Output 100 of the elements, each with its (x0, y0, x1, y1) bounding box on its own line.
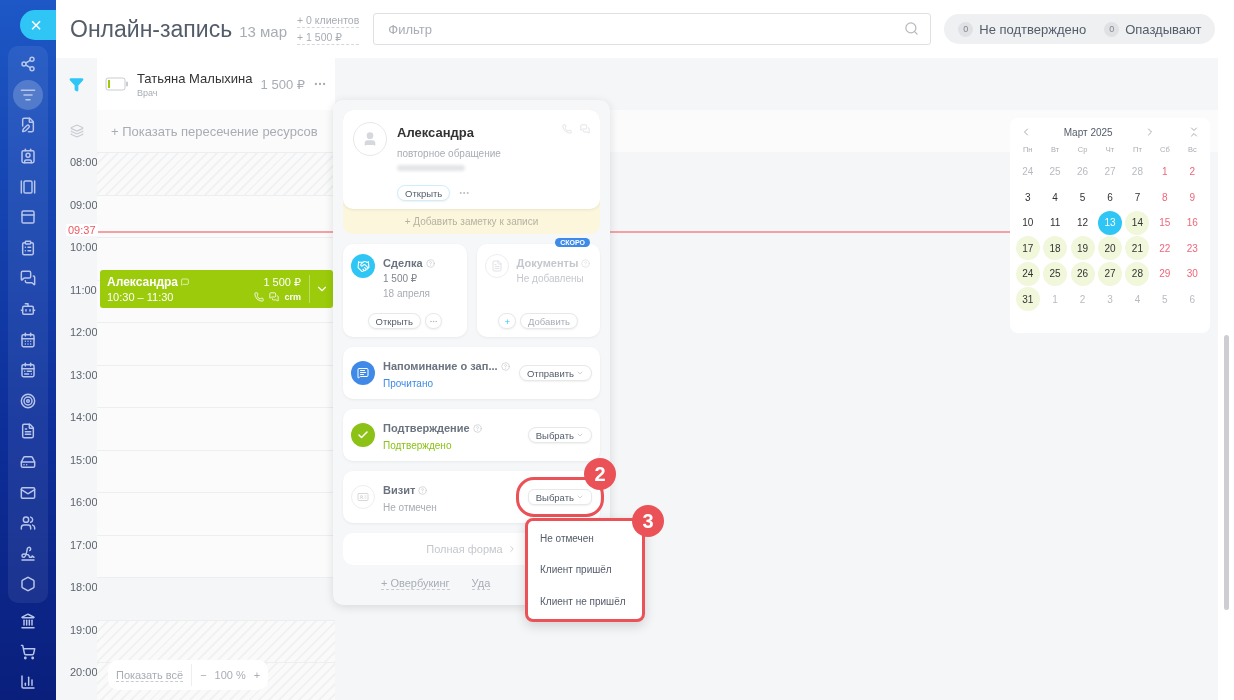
hour-label: 20:00 (70, 666, 97, 679)
help-icon[interactable] (472, 423, 482, 433)
calendar-day[interactable]: 29 (1152, 261, 1177, 286)
open-button[interactable]: Открыть (367, 313, 421, 329)
calendar-day[interactable]: 13 (1098, 210, 1122, 235)
status-value: Прочитано (383, 378, 434, 389)
calendar-day[interactable]: 3 (1098, 287, 1122, 311)
caret-icon[interactable] (576, 493, 584, 501)
caret-icon[interactable] (576, 369, 584, 377)
calendar-day[interactable]: 2 (1070, 287, 1095, 311)
calendar-day[interactable]: 1 (1152, 159, 1177, 184)
calendar-day[interactable]: 21 (1125, 236, 1150, 260)
calendar-day[interactable]: 24 (1015, 261, 1040, 286)
layers-icon[interactable] (69, 124, 84, 138)
calendar-day[interactable]: 17 (1015, 236, 1040, 260)
calendar-day[interactable]: 31 (1015, 287, 1040, 311)
overbooking-link[interactable]: + Овербукинг (381, 577, 450, 590)
menu-item[interactable]: Клиент пришёл (528, 564, 642, 576)
hour-label: 09:00 (70, 198, 97, 212)
scrollbar-thumb[interactable] (1223, 335, 1229, 610)
phone-icon (254, 292, 265, 302)
add-note-link[interactable]: + Добавить заметку к записи (343, 209, 600, 234)
summary-stat: + 1 500 ₽ (297, 30, 360, 45)
calendar-day[interactable]: 4 (1125, 287, 1150, 311)
resource-role: Врач (137, 87, 159, 98)
phone-icon[interactable] (562, 124, 572, 134)
help-icon[interactable] (500, 361, 510, 371)
zoom-out-button[interactable]: − (200, 669, 207, 681)
calendar-day[interactable]: 22 (1152, 236, 1177, 260)
calendar-day[interactable]: 9 (1180, 185, 1205, 209)
calendar-day[interactable]: 11 (1043, 210, 1068, 235)
crm-tag: crm (284, 292, 301, 302)
calendar-day[interactable]: 26 (1070, 261, 1095, 286)
calendar-day[interactable]: 15 (1152, 210, 1177, 235)
id-card-icon (351, 485, 375, 509)
calendar-day[interactable]: 2 (1180, 159, 1205, 184)
hour-label: 11:00 (70, 283, 97, 297)
calendar-day[interactable]: 27 (1098, 261, 1122, 286)
counter-filter[interactable]: 0 Не подтверждено (958, 21, 1087, 37)
handshake-icon (351, 254, 375, 278)
calendar-day[interactable]: 16 (1180, 210, 1205, 235)
filter-icon[interactable] (69, 76, 84, 92)
delete-link[interactable]: Уда (471, 577, 491, 590)
calendar-day[interactable]: 12 (1070, 210, 1095, 235)
help-icon[interactable] (425, 258, 435, 268)
select-button[interactable]: Отправить (518, 365, 592, 381)
overlap-link[interactable]: + Показать пересечение ресурсов (111, 123, 318, 139)
calendar-day[interactable]: 6 (1098, 185, 1122, 209)
calendar-day[interactable]: 7 (1125, 185, 1150, 209)
hour-label: 15:00 (70, 453, 97, 467)
calendar-day[interactable]: 10 (1015, 210, 1040, 235)
comment-icon (181, 278, 189, 286)
filter-icon[interactable] (13, 79, 43, 110)
select-button[interactable]: Выбрать (527, 427, 592, 443)
caret-icon[interactable] (576, 431, 584, 439)
calendar-day[interactable]: 28 (1125, 261, 1150, 286)
appointment-price: 1 500 ₽ (263, 275, 301, 289)
documents-title: Документы (516, 257, 591, 269)
hour-label: 08:00 (70, 156, 97, 169)
document-icon (484, 254, 509, 278)
hour-label: 14:00 (70, 411, 97, 424)
calendar-day[interactable]: 30 (1180, 261, 1205, 286)
more-button[interactable] (424, 313, 442, 329)
calendar-day[interactable]: 25 (1043, 261, 1068, 286)
deal-amount: 1 500 ₽ (383, 273, 419, 284)
calendar-day[interactable]: 24 (1015, 159, 1040, 184)
step-marker: 3 (632, 505, 664, 537)
close-button[interactable]: × (20, 10, 56, 40)
status-value: Подтверждено (383, 440, 453, 451)
zoom-in-button[interactable]: + (253, 669, 261, 681)
counter-filter[interactable]: 0 Опаздывают (1104, 21, 1202, 37)
current-time-label: 09:37 (66, 224, 98, 236)
status-title: Подтверждение (383, 422, 520, 434)
calendar-day[interactable]: 28 (1125, 159, 1150, 184)
calendar-day[interactable]: 1 (1043, 287, 1068, 311)
calendar-day[interactable]: 5 (1070, 185, 1095, 209)
calendar-day[interactable]: 26 (1070, 159, 1095, 184)
search-icon[interactable] (904, 21, 920, 36)
calendar-day[interactable]: 5 (1152, 287, 1177, 311)
hour-label: 10:00 (70, 241, 97, 254)
hour-label: 12:00 (70, 326, 97, 339)
resource-name: Татьяна Малыхина (137, 70, 253, 86)
filter-field[interactable]: Фильтр (373, 13, 932, 45)
calendar-day[interactable]: 18 (1043, 236, 1068, 260)
calendar-day[interactable]: 6 (1180, 287, 1205, 311)
calendar-day[interactable]: 14 (1125, 210, 1150, 235)
help-icon[interactable] (418, 485, 428, 495)
calendar-day[interactable]: 23 (1180, 236, 1205, 260)
calendar-day[interactable]: 8 (1152, 185, 1177, 209)
menu-item[interactable]: Клиент не пришёл (528, 595, 642, 607)
calendar-day[interactable]: 25 (1043, 159, 1068, 184)
show-all-link[interactable]: Показать всё (116, 668, 184, 682)
calendar-day[interactable]: 4 (1043, 185, 1068, 209)
message-icon (351, 361, 375, 385)
calendar-day[interactable]: 19 (1070, 236, 1095, 260)
calendar-day[interactable]: 27 (1098, 159, 1122, 184)
calendar-day[interactable]: 20 (1098, 236, 1122, 260)
calendar-day[interactable]: 3 (1015, 185, 1040, 209)
open-button[interactable]: Открыть (397, 185, 451, 201)
appointment-block[interactable]: Александра 1 500 ₽ 10:30 – 11:30 crm (100, 270, 333, 308)
